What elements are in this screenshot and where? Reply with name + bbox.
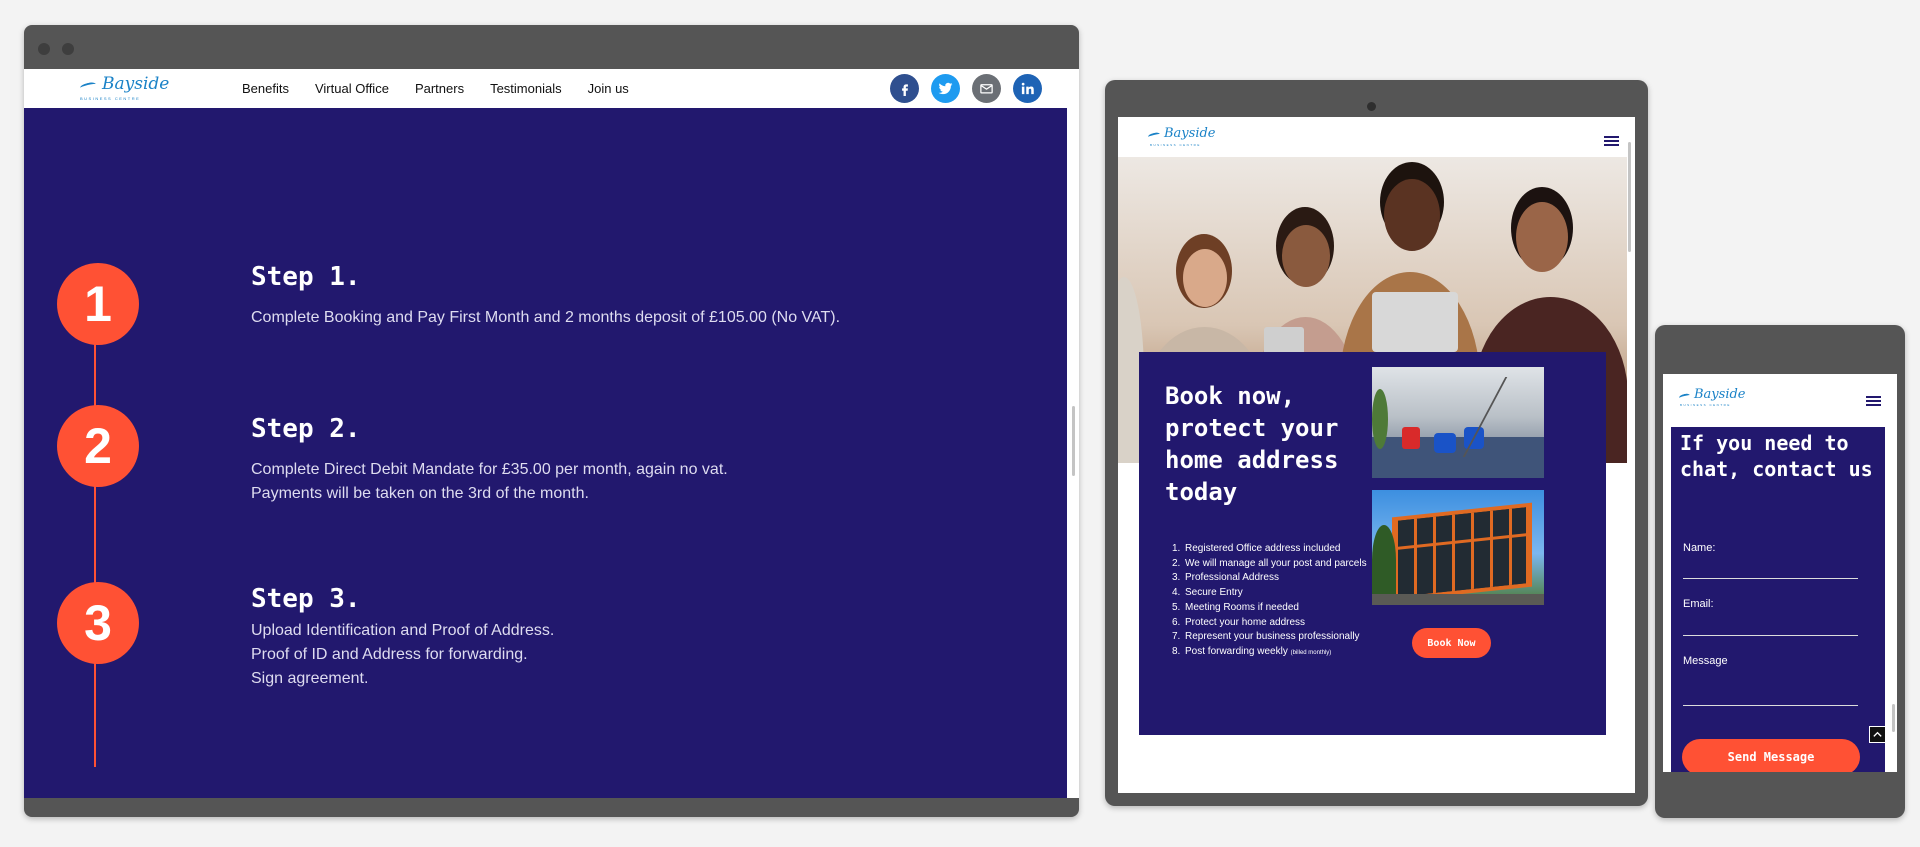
nav-link-join-us[interactable]: Join us [588,81,629,96]
book-now-card: Book now, protect your home address toda… [1139,352,1606,735]
nav-link-testimonials[interactable]: Testimonials [490,81,562,96]
send-message-button[interactable]: Send Message [1682,739,1860,772]
logo-text: Bayside [1164,126,1216,141]
step-1-badge: 1 [57,263,139,345]
tablet-scrollbar[interactable] [1628,142,1631,252]
bayside-logo[interactable]: Bayside BUSINESS CENTRE [76,74,186,102]
mobile-screen: Bayside BUSINESS CENTRE If you need to c… [1663,374,1897,772]
step-2-badge: 2 [57,405,139,487]
mobile-device-frame: Bayside BUSINESS CENTRE If you need to c… [1655,325,1905,818]
name-label: Name: [1683,542,1716,554]
twitter-icon[interactable] [931,74,960,103]
email-label: Email: [1683,598,1714,610]
book-now-headline: Book now, protect your home address toda… [1165,382,1339,506]
nav-link-benefits[interactable]: Benefits [242,81,289,96]
message-field[interactable] [1683,705,1858,706]
step-1-title: Step 1. [251,262,361,292]
list-item: 8. Post forwarding weekly (billed monthly… [1172,645,1332,657]
step-3-text-line-2: Proof of ID and Address for forwarding. [251,646,528,663]
linkedin-icon[interactable] [1013,74,1042,103]
step-2-title: Step 2. [251,414,361,444]
nav-link-partners[interactable]: Partners [415,81,464,96]
desktop-device-frame: Bayside BUSINESS CENTRE Benefits Virtual… [24,25,1079,817]
office-building-image [1372,490,1544,605]
window-dot [62,43,74,55]
desktop-scrollbar[interactable] [1067,108,1079,798]
scrollbar-thumb[interactable] [1072,406,1075,476]
tablet-camera [1367,102,1376,111]
list-item: 4. Secure Entry [1172,587,1243,599]
tablet-screen: Bayside BUSINESS CENTRE Book now, protec… [1118,117,1635,793]
contact-card: If you need to chat, contact us Name: Em… [1671,427,1885,772]
contact-headline: If you need to chat, contact us [1680,431,1873,481]
book-now-button[interactable]: Book Now [1412,628,1491,658]
list-item: 1. Registered Office address included [1172,543,1341,554]
email-field[interactable] [1683,635,1858,636]
list-item: 6. Protect your home address [1172,616,1306,628]
bayside-logo[interactable]: Bayside BUSINESS CENTRE [1677,386,1757,408]
logo-subtext: BUSINESS CENTRE [80,96,141,101]
facebook-icon[interactable] [890,74,919,103]
step-2-text-line-1: Complete Direct Debit Mandate for £35.00… [251,461,728,478]
list-item: 7. Represent your business professionally [1172,631,1360,643]
desktop-screen: Bayside BUSINESS CENTRE Benefits Virtual… [24,69,1079,798]
message-label: Message [1683,655,1728,667]
hamburger-icon[interactable] [1866,396,1881,408]
chevron-up-icon[interactable] [1869,726,1886,743]
step-3-badge: 3 [57,582,139,664]
desktop-nav-links: Benefits Virtual Office Partners Testimo… [242,81,655,96]
desktop-navbar: Bayside BUSINESS CENTRE Benefits Virtual… [24,69,1079,108]
step-3-text-line-3: Sign agreement. [251,670,369,687]
logo-subtext: BUSINESS CENTRE [1680,403,1731,407]
window-dot [38,43,50,55]
logo-text: Bayside [102,74,170,94]
name-field[interactable] [1683,578,1858,579]
tablet-device-frame: Bayside BUSINESS CENTRE Book now, protec… [1105,80,1648,806]
step-3-text-line-1: Upload Identification and Proof of Addre… [251,622,555,639]
list-item: 3. Professional Address [1172,572,1279,584]
logo-text: Bayside [1694,387,1746,402]
nav-link-virtual-office[interactable]: Virtual Office [315,81,389,96]
step-3-title: Step 3. [251,584,361,614]
logo-swoosh-icon [1678,392,1691,401]
bayside-logo[interactable]: Bayside BUSINESS CENTRE [1146,125,1226,149]
logo-swoosh-icon [1147,131,1161,140]
office-interior-image [1372,367,1544,478]
logo-subtext: BUSINESS CENTRE [1150,143,1201,147]
list-item: 5. Meeting Rooms if needed [1172,601,1299,613]
mobile-scrollbar[interactable] [1892,704,1895,732]
hamburger-icon[interactable] [1604,136,1619,148]
logo-swoosh-icon [79,81,97,91]
list-item: 2. We will manage all your post and parce… [1172,557,1367,569]
step-1-text: Complete Booking and Pay First Month and… [251,309,841,326]
benefits-list: 1. Registered Office address included 2. W… [1169,542,1369,661]
email-icon[interactable] [972,74,1001,103]
step-2-text-line-2: Payments will be taken on the 3rd of the… [251,485,589,502]
